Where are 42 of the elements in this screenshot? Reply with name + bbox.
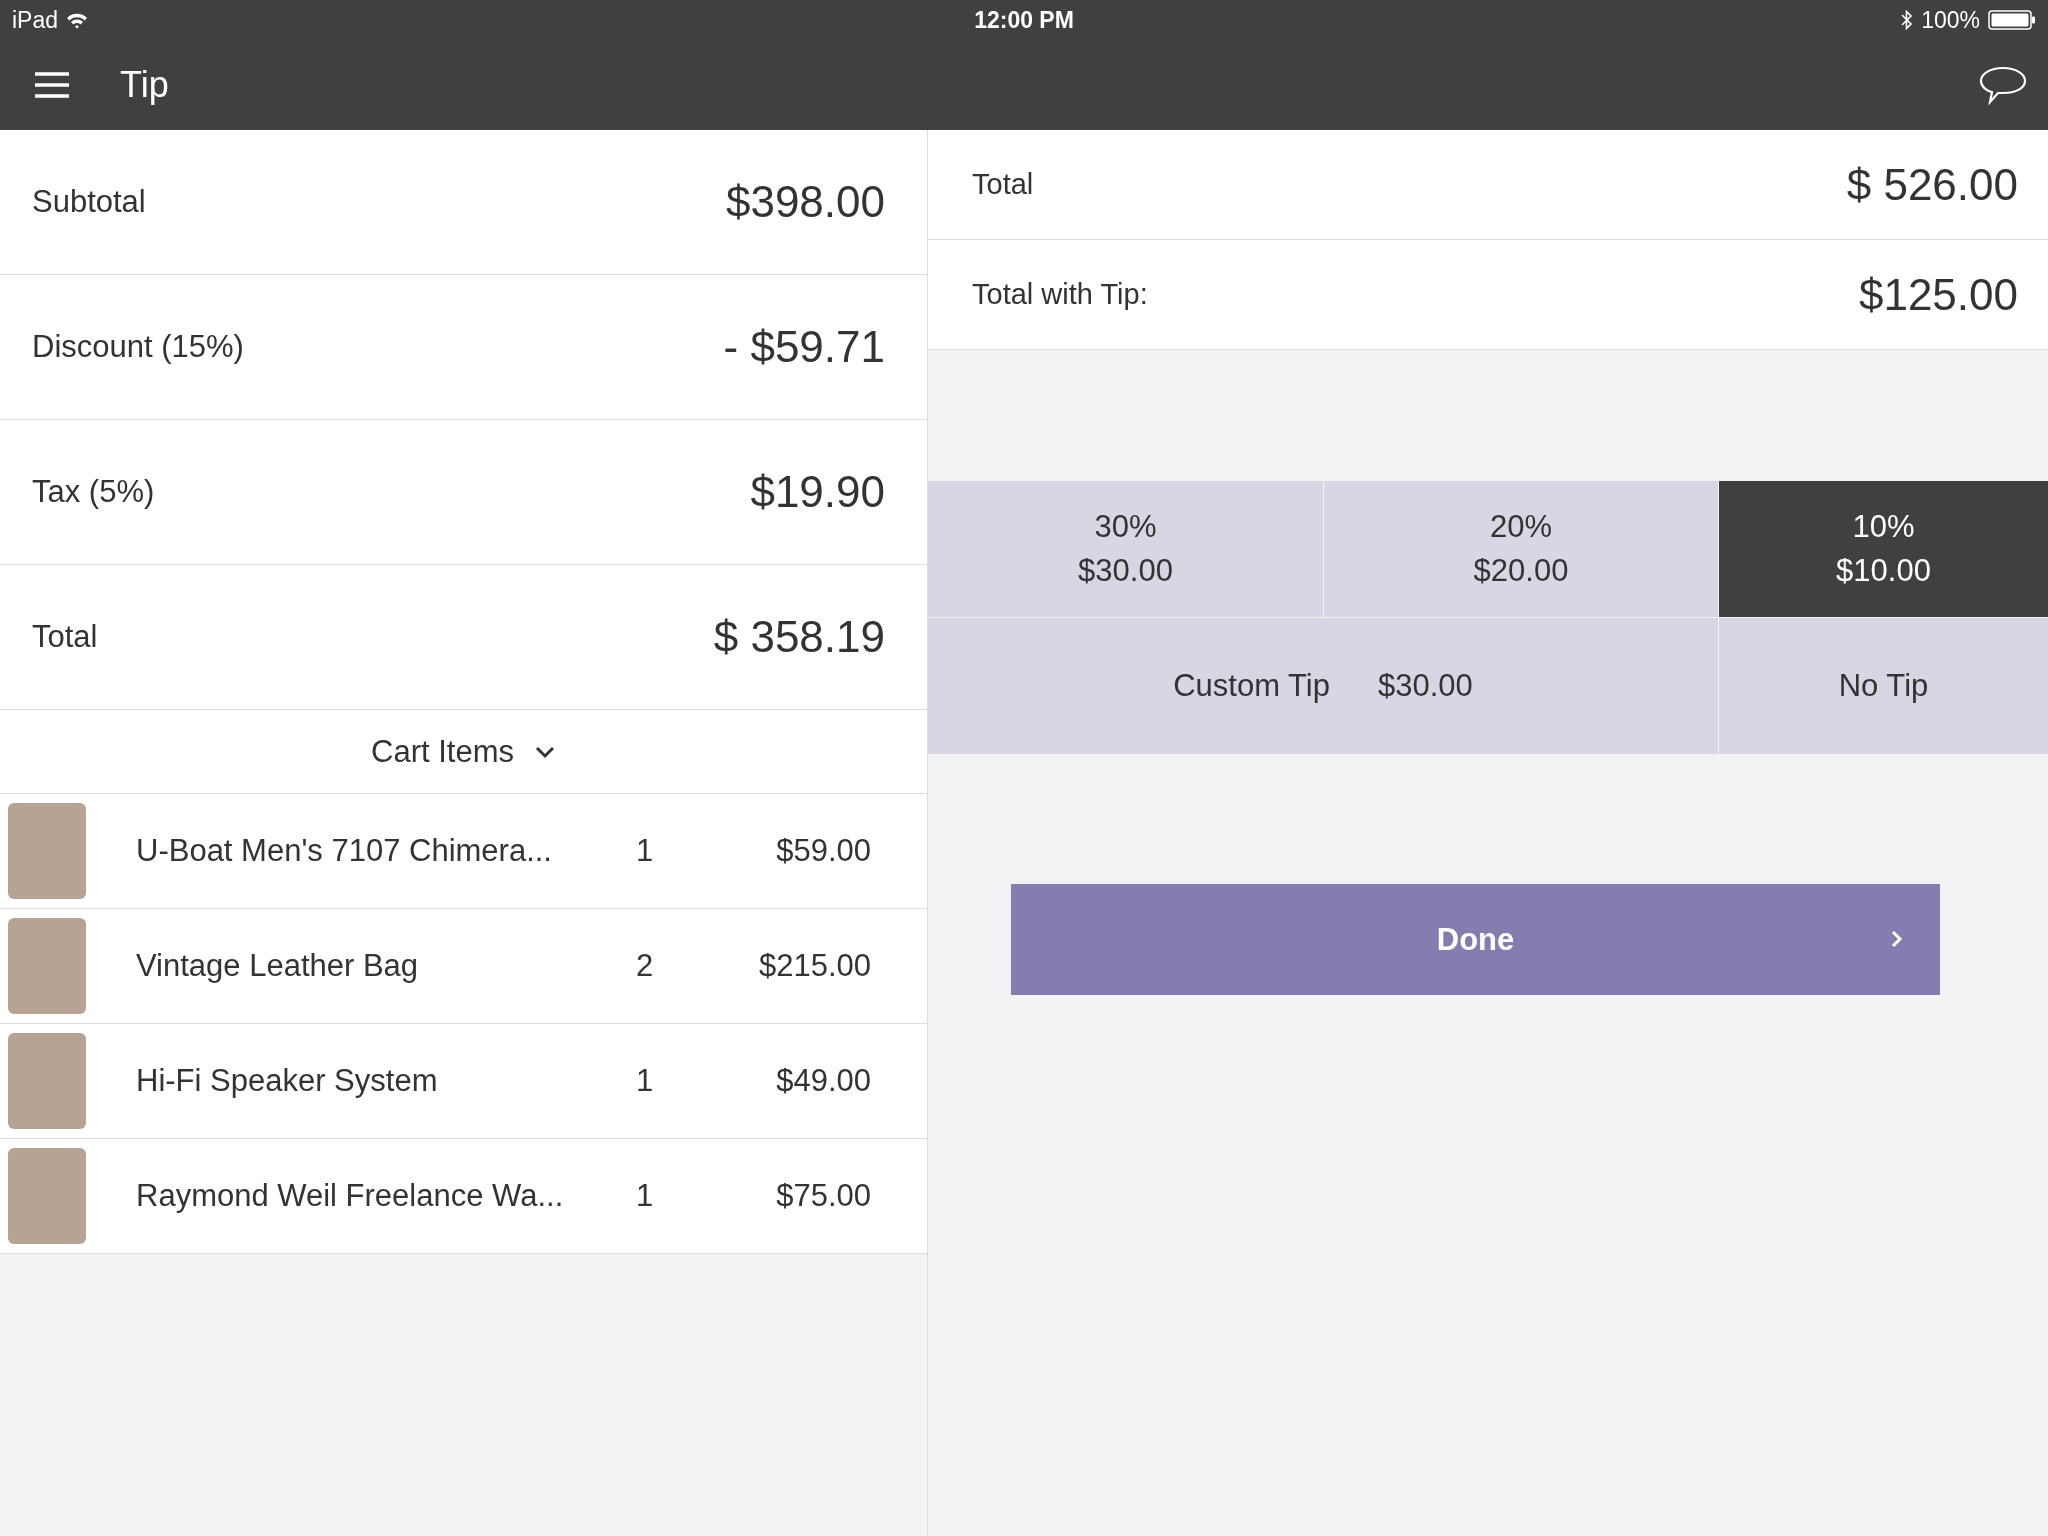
tip-option[interactable]: 10% $10.00 (1719, 481, 2048, 617)
screen-title: Tip (120, 64, 170, 106)
total-label: Total (972, 168, 1034, 201)
status-time: 12:00 PM (974, 6, 1074, 34)
menu-icon[interactable] (34, 71, 70, 99)
summary-label: Tax (5%) (32, 474, 155, 510)
item-price: $215.00 (757, 948, 871, 984)
battery-percent: 100% (1921, 6, 1980, 34)
item-price: $49.00 (775, 1063, 871, 1099)
summary-value: $398.00 (725, 177, 885, 227)
summary-value: - $59.71 (723, 322, 885, 372)
speech-bubble-icon[interactable] (1978, 65, 2028, 105)
summary-value: $ 358.19 (713, 612, 885, 662)
tip-option[interactable]: 30% $30.00 (928, 481, 1323, 617)
item-quantity: 1 (636, 1063, 655, 1099)
bluetooth-icon (1901, 10, 1914, 30)
item-quantity: 1 (636, 833, 655, 869)
item-quantity: 2 (636, 948, 655, 984)
item-price: $59.00 (775, 833, 871, 869)
item-name: U-Boat Men's 7107 Chimera... (136, 833, 553, 869)
item-name: Raymond Weil Freelance Wa... (136, 1178, 565, 1214)
summary-label: Discount (15%) (32, 329, 244, 365)
tip-option[interactable]: 20% $20.00 (1324, 481, 1718, 617)
chevron-down-icon (534, 744, 556, 759)
summary-label: Total (32, 619, 98, 655)
total-value: $125.00 (1858, 269, 2018, 320)
item-name: Hi-Fi Speaker System (136, 1063, 439, 1099)
item-name: Vintage Leather Bag (136, 948, 420, 984)
done-button[interactable]: Done (1011, 884, 1940, 995)
item-quantity: 1 (636, 1178, 655, 1214)
summary-label: Subtotal (32, 184, 146, 220)
custom-tip-button[interactable]: Custom Tip $30.00 (928, 618, 1718, 754)
chevron-right-icon (1890, 928, 1904, 950)
device-name: iPad (12, 6, 59, 34)
total-value: $ 526.00 (1846, 159, 2018, 210)
no-tip-button[interactable]: No Tip (1719, 618, 2048, 754)
wifi-icon (66, 11, 89, 29)
cart-items-toggle[interactable]: Cart Items (0, 710, 927, 794)
summary-value: $19.90 (750, 467, 885, 517)
battery-icon (1988, 10, 2036, 30)
item-price: $75.00 (775, 1178, 871, 1214)
total-label: Total with Tip: (972, 278, 1148, 311)
